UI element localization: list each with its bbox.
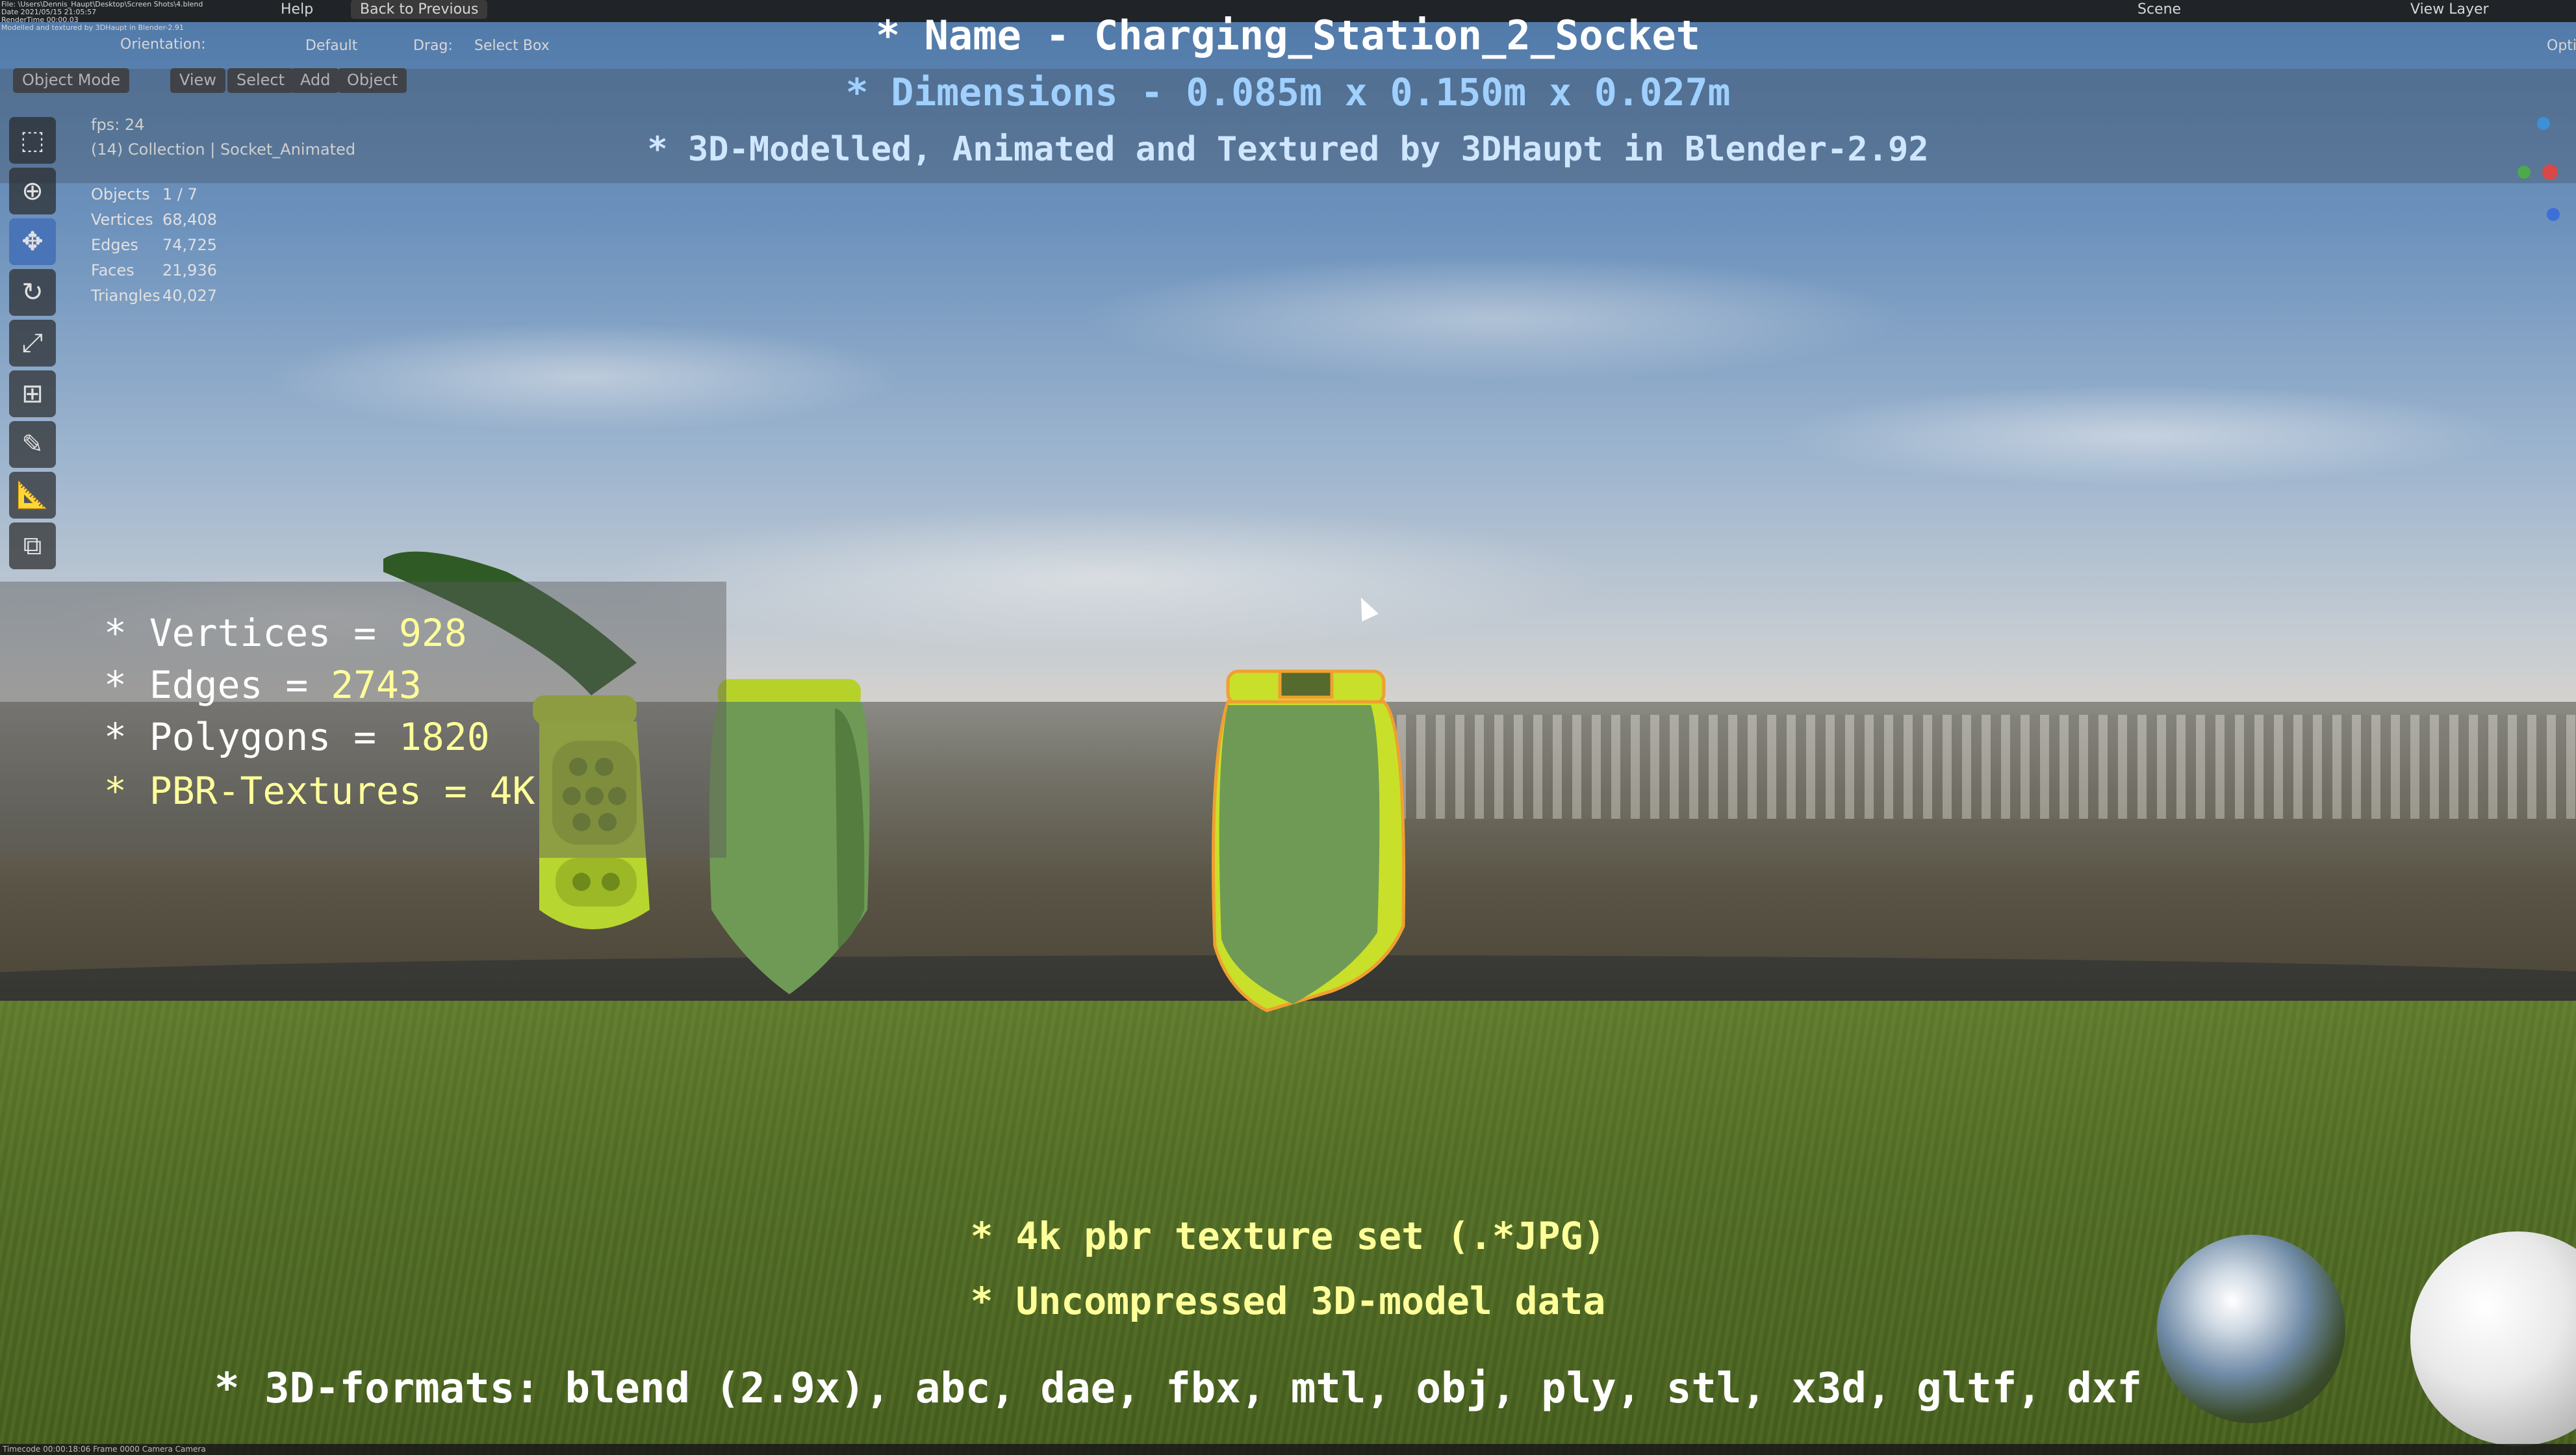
tool-shelf: ⬚ ⊕ ✥ ↻ ⤢ ⊞ ✎ 📐 ⧉ <box>9 117 66 573</box>
model-name-title: * Name - Charging_Station_2_Socket <box>875 12 1701 59</box>
stat-row: Faces 21,936 <box>91 261 217 279</box>
formats-list: * 3D-formats: blend (2.9x), abc, dae, fb… <box>214 1365 2142 1413</box>
stat-row: Vertices 68,408 <box>91 211 217 229</box>
info-vertices: * Vertices = 928 <box>104 611 467 655</box>
status-bar: Timecode 00:00:18:06 Frame 0000 Camera C… <box>0 1444 2576 1455</box>
uncompressed-note: * Uncompressed 3D-model data <box>970 1279 1606 1323</box>
socket-selected[interactable] <box>1189 666 1423 1030</box>
texture-set-note: * 4k pbr texture set (.*JPG) <box>970 1214 1606 1258</box>
navigation-gizmo-icon[interactable] <box>2514 110 2573 227</box>
info-edges: * Edges = 2743 <box>104 663 422 707</box>
add-cube-tool-icon[interactable]: ⧉ <box>9 522 56 569</box>
info-pbr-textures: * PBR-Textures = 4K <box>104 769 535 813</box>
background-town <box>1397 715 2576 819</box>
measure-tool-icon[interactable]: 📐 <box>9 472 56 519</box>
stat-row: Objects 1 / 7 <box>91 185 198 203</box>
scene-statistics: Objects 1 / 7 Vertices 68,408 Edges 74,725 … <box>91 182 217 309</box>
move-tool-icon[interactable]: ✥ <box>9 218 56 265</box>
transform-tool-icon[interactable]: ⊞ <box>9 370 56 417</box>
stat-row: Triangles 40,027 <box>91 287 217 305</box>
socket-closed[interactable] <box>705 676 874 1001</box>
model-dimensions: * Dimensions - 0.085m x 0.150m x 0.027m <box>845 70 1731 114</box>
annotate-tool-icon[interactable]: ✎ <box>9 421 56 468</box>
stat-row: Edges 74,725 <box>91 236 217 254</box>
model-author-credit: * 3D-Modelled, Animated and Textured by … <box>647 130 1929 169</box>
hdri-preview-chrome-sphere <box>2157 1235 2345 1423</box>
scale-tool-icon[interactable]: ⤢ <box>9 320 56 367</box>
info-polygons: * Polygons = 1820 <box>104 715 490 759</box>
rotate-tool-icon[interactable]: ↻ <box>9 269 56 316</box>
cursor-tool-icon[interactable]: ⊕ <box>9 168 56 214</box>
